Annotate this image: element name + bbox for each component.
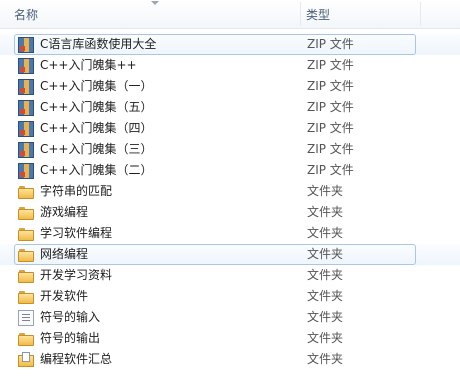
zip-archive-icon <box>18 100 34 116</box>
file-type: ZIP 文件 <box>307 142 354 156</box>
special-folder-icon <box>18 352 34 368</box>
file-type: ZIP 文件 <box>307 58 354 72</box>
folder-icon <box>18 205 34 221</box>
file-type: 文件夹 <box>307 310 344 324</box>
file-name: C++入门魄集（五） <box>40 100 153 114</box>
column-header: 名称 类型 <box>0 0 460 29</box>
file-name: 编程软件汇总 <box>40 352 113 366</box>
type-column-header[interactable]: 类型 <box>306 0 424 28</box>
file-row[interactable]: 字符串的匹配 文件夹 <box>0 181 460 202</box>
file-row[interactable]: C++入门魄集（二） ZIP 文件 <box>0 160 460 181</box>
file-name: 游戏编程 <box>40 205 89 219</box>
column-divider[interactable] <box>300 2 301 26</box>
file-row[interactable]: C++入门魄集（四） ZIP 文件 <box>0 118 460 139</box>
file-type: ZIP 文件 <box>307 100 354 114</box>
file-type: ZIP 文件 <box>307 121 354 135</box>
file-name: C++入门魄集（二） <box>40 163 153 177</box>
file-name: C++入门魄集（一） <box>40 79 153 93</box>
file-name: C++入门魄集（四） <box>40 121 153 135</box>
file-name: 学习软件编程 <box>40 226 113 240</box>
zip-archive-icon <box>18 37 34 53</box>
file-type: 文件夹 <box>307 226 344 240</box>
zip-archive-icon <box>18 121 34 137</box>
name-column-header[interactable]: 名称 <box>14 0 300 28</box>
file-row[interactable]: 开发学习资料 文件夹 <box>0 265 460 286</box>
zip-archive-icon <box>18 58 34 74</box>
file-row[interactable]: 符号的输入 文件夹 <box>0 307 460 328</box>
file-name: 符号的输出 <box>40 331 101 345</box>
file-type: 文件夹 <box>307 205 344 219</box>
file-row[interactable]: 编程软件汇总 文件夹 <box>0 349 460 370</box>
folder-icon <box>18 268 34 284</box>
file-type: 文件夹 <box>307 268 344 282</box>
file-name: C语言库函数使用大全 <box>40 37 157 51</box>
file-type: ZIP 文件 <box>307 37 354 51</box>
file-type: ZIP 文件 <box>307 79 354 93</box>
file-row[interactable]: C语言库函数使用大全 ZIP 文件 <box>0 34 460 55</box>
file-type: ZIP 文件 <box>307 163 354 177</box>
file-row[interactable]: C++入门魄集++ ZIP 文件 <box>0 55 460 76</box>
file-name: C++入门魄集++ <box>40 58 137 72</box>
file-name: 网络编程 <box>40 247 89 261</box>
file-row[interactable]: 学习软件编程 文件夹 <box>0 223 460 244</box>
file-type: 文件夹 <box>307 184 344 198</box>
folder-icon <box>18 289 34 305</box>
file-name: 开发学习资料 <box>40 268 113 282</box>
zip-archive-icon <box>18 142 34 158</box>
file-row[interactable]: C++入门魄集（三） ZIP 文件 <box>0 139 460 160</box>
file-row[interactable]: C++入门魄集（五） ZIP 文件 <box>0 97 460 118</box>
file-name: C++入门魄集（三） <box>40 142 153 156</box>
file-row[interactable]: 开发软件 文件夹 <box>0 286 460 307</box>
file-type: 文件夹 <box>307 247 344 261</box>
file-list: C语言库函数使用大全 ZIP 文件 C++入门魄集++ ZIP 文件 C++入门魄集（一… <box>0 34 460 370</box>
file-name: 字符串的匹配 <box>40 184 113 198</box>
file-row[interactable]: 游戏编程 文件夹 <box>0 202 460 223</box>
file-type: 文件夹 <box>307 331 344 345</box>
file-row[interactable]: 符号的输出 文件夹 <box>0 328 460 349</box>
file-name: 开发软件 <box>40 289 89 303</box>
folder-icon <box>18 247 34 263</box>
text-document-icon <box>18 310 34 326</box>
file-type: 文件夹 <box>307 352 344 366</box>
zip-archive-icon <box>18 79 34 95</box>
folder-icon <box>18 331 34 347</box>
file-name: 符号的输入 <box>40 310 101 324</box>
file-type: 文件夹 <box>307 289 344 303</box>
folder-icon <box>18 184 34 200</box>
file-row[interactable]: 网络编程 文件夹 <box>0 244 460 265</box>
column-divider[interactable] <box>420 2 421 26</box>
file-row[interactable]: C++入门魄集（一） ZIP 文件 <box>0 76 460 97</box>
folder-icon <box>18 226 34 242</box>
zip-archive-icon <box>18 163 34 179</box>
